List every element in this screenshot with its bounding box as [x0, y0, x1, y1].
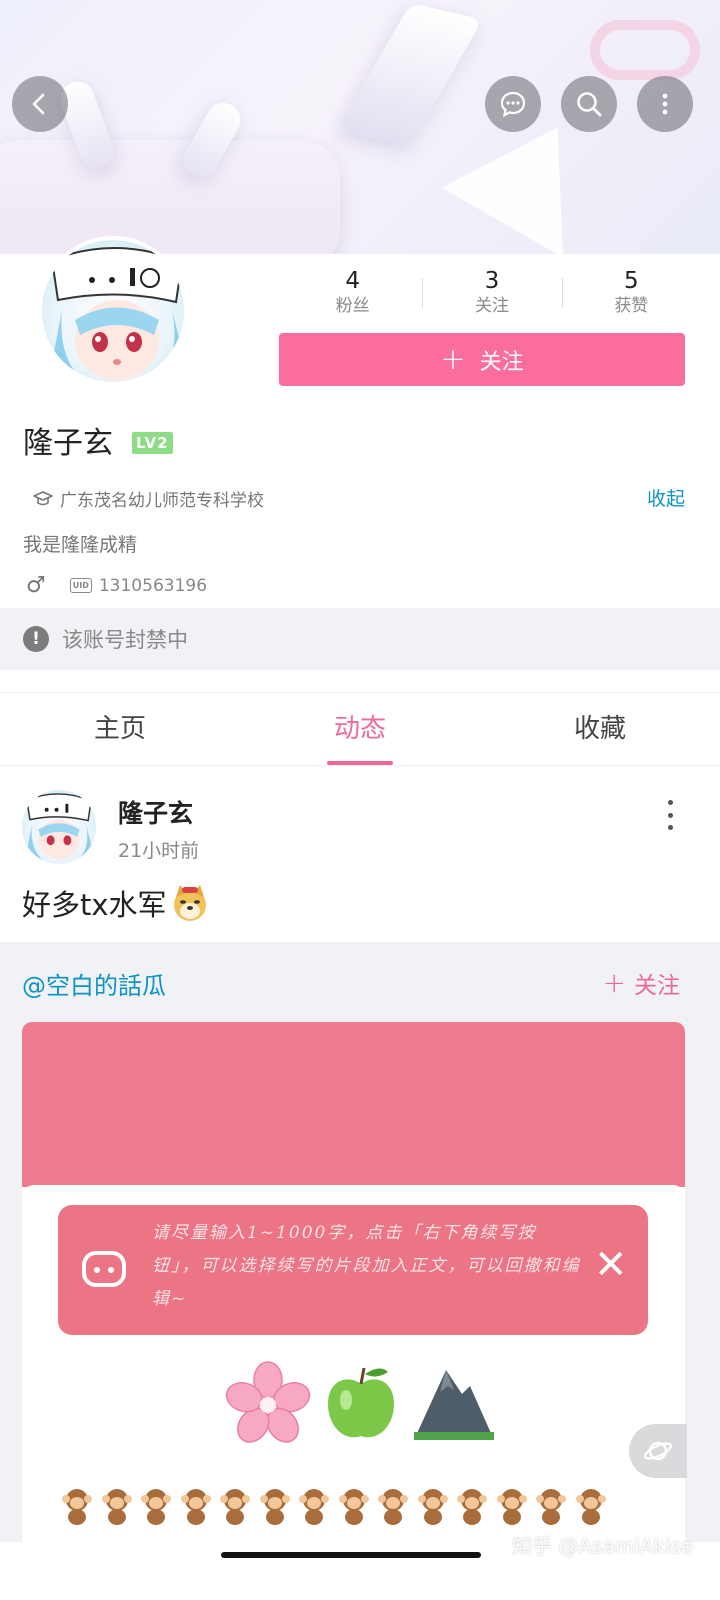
stat-label: 获赞 [614, 296, 649, 316]
avatar [38, 236, 188, 386]
stat-label: 粉丝 [335, 296, 370, 316]
post-more-button[interactable] [660, 800, 680, 830]
monkey-icon [457, 1489, 487, 1525]
profile-tabs: 主页 动态 收藏 [0, 692, 720, 766]
stat-value: 3 [484, 268, 500, 294]
post-author-avatar[interactable] [22, 790, 96, 864]
search-icon [577, 92, 602, 117]
school-name: 广东茂名幼儿师范专科学校 [60, 491, 264, 511]
more-dot [667, 825, 673, 830]
monkey-icon [220, 1489, 250, 1525]
monkey-icon [180, 1489, 211, 1525]
mountain-icon [414, 1370, 494, 1440]
close-icon: ✕ [594, 1242, 628, 1288]
username: 隆子玄 [23, 426, 113, 461]
post-author-name[interactable]: 隆子玄 [118, 794, 193, 830]
message-button[interactable] [485, 76, 541, 132]
ban-notice: ! 该账号封禁中 [0, 608, 720, 670]
level-badge: LV2 [132, 432, 173, 454]
followers-stat[interactable]: 4 粉丝 [283, 268, 422, 324]
image-card: 请尽量输入1~1000字，点击「右下角续写按钮」，可以选择续写的片段加入正文，可… [22, 1185, 685, 1542]
post-text: 好多tx水军 [22, 888, 167, 922]
banner-decoration [590, 20, 700, 80]
ban-text: 该账号封禁中 [62, 628, 188, 652]
stat-value: 4 [345, 268, 360, 294]
tab-favorites[interactable]: 收藏 [480, 693, 720, 765]
monkey-icon [101, 1489, 132, 1525]
tab-home[interactable]: 主页 [0, 693, 240, 765]
plus-icon: + [440, 341, 466, 377]
graduation-cap-icon [33, 490, 53, 505]
monkey-icon [338, 1489, 369, 1525]
monkey-icon [496, 1489, 527, 1525]
repost-follow-button[interactable]: + 关注 [603, 966, 680, 1000]
post-image[interactable]: 请尽量输入1~1000字，点击「右下角续写按钮」，可以选择续写的片段加入正文，可… [22, 1022, 685, 1542]
monkey-icon [141, 1489, 171, 1525]
image-header [22, 1022, 685, 1187]
likes-stat[interactable]: 5 获赞 [561, 268, 701, 324]
collapse-link[interactable]: 收起 [647, 484, 685, 511]
repost-author[interactable]: @空白的話瓜 [22, 966, 166, 1001]
stat-value: 5 [624, 268, 639, 294]
robot-icon [82, 1251, 126, 1287]
monkey-emoji-row [58, 1485, 611, 1525]
banner-decoration [337, 3, 483, 147]
school-info: 广东茂名幼儿师范专科学校 [32, 486, 264, 511]
monkey-icon [417, 1489, 448, 1525]
more-button[interactable] [637, 76, 693, 132]
chat-bubble-icon [500, 91, 526, 118]
planet-icon [644, 1441, 672, 1461]
profile-stats: 4 粉丝 3 关注 5 获赞 [283, 268, 701, 324]
following-stat[interactable]: 3 关注 [422, 268, 561, 324]
uid-icon: UID [69, 578, 92, 593]
follow-button[interactable]: + 关注 [279, 333, 685, 386]
search-button[interactable] [561, 76, 617, 132]
bio: 我是隆隆成精 [23, 534, 138, 556]
tab-activity[interactable]: 动态 [240, 693, 480, 765]
monkey-icon [62, 1489, 92, 1525]
more-dot [667, 812, 673, 818]
chevron-left-icon [32, 93, 45, 115]
green-apple-icon [328, 1367, 394, 1438]
follow-label: 关注 [634, 973, 680, 999]
male-icon: ♂ [26, 573, 46, 598]
more-dot [667, 800, 673, 805]
home-indicator[interactable] [221, 1552, 481, 1558]
follow-label: 关注 [479, 349, 524, 375]
monkey-icon [575, 1489, 606, 1525]
doge-emoji-icon [173, 885, 206, 921]
watermark: 知乎 @AsamiAkise [512, 1534, 694, 1558]
profile-banner [0, 0, 720, 254]
post-time: 21小时前 [118, 840, 200, 862]
divider [0, 670, 720, 692]
tip-banner: 请尽量输入1~1000字，点击「右下角续写按钮」，可以选择续写的片段加入正文，可… [58, 1205, 648, 1335]
floating-planet-button[interactable] [629, 1424, 687, 1478]
plus-icon: + [602, 966, 626, 999]
monkey-icon [259, 1489, 290, 1525]
profile-avatar[interactable] [38, 236, 196, 386]
back-button[interactable] [12, 76, 68, 132]
post-content: 好多tx水军 [22, 882, 210, 924]
monkey-icon [378, 1489, 408, 1525]
warning-icon: ! [23, 626, 49, 652]
cherry-blossom-icon [225, 1361, 311, 1443]
tip-text: 请尽量输入1~1000字，点击「右下角续写按钮」，可以选择续写的片段加入正文，可… [152, 1223, 581, 1309]
more-vertical-icon [662, 93, 668, 115]
meta-row: ♂ UID 1310563196 [26, 573, 207, 598]
stat-label: 关注 [474, 296, 509, 316]
monkey-icon [299, 1489, 329, 1525]
monkey-icon [536, 1489, 566, 1525]
repost-card[interactable]: @空白的話瓜 + 关注 请尽量输入1~1000字，点击「右下角续写按钮」，可以选… [0, 942, 720, 1542]
uid-value[interactable]: 1310563196 [99, 576, 207, 596]
